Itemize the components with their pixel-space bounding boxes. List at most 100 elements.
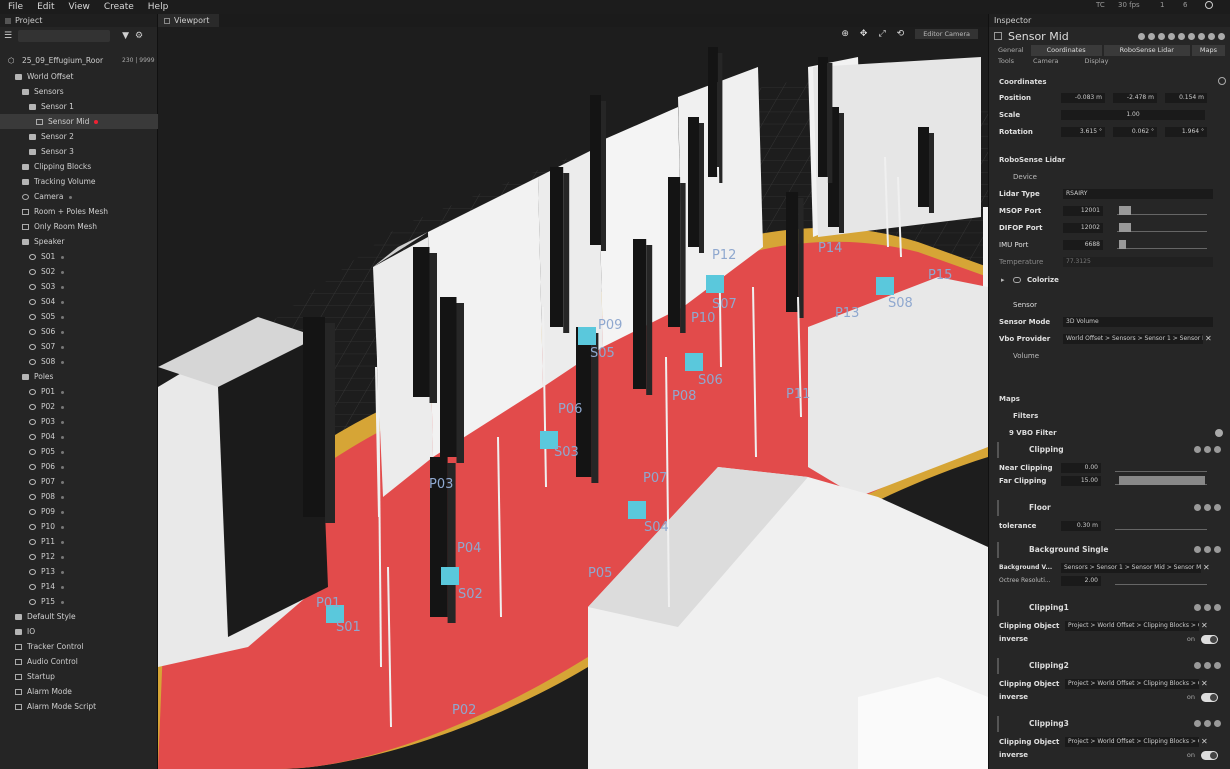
settings-icon[interactable] (1194, 546, 1201, 553)
filter-icon[interactable]: ▼ (122, 31, 129, 41)
tree-item-sensor-3[interactable]: Sensor 3 (0, 144, 158, 159)
tab-coordinates[interactable]: Coordinates (1030, 45, 1102, 56)
tree-item-sensors[interactable]: Sensors (0, 84, 158, 99)
tab-camera[interactable]: Camera (1021, 56, 1071, 67)
speaker-s07[interactable] (706, 275, 724, 293)
visibility-dot-icon[interactable] (61, 585, 65, 589)
tree-item-s08[interactable]: S08 (0, 354, 158, 369)
tree-item-s04[interactable]: S04 (0, 294, 158, 309)
tool-icon-4[interactable] (1168, 32, 1175, 40)
rotation-x[interactable]: 3.615 ° (1061, 127, 1105, 137)
pole-p07[interactable] (633, 239, 647, 389)
speaker-s06[interactable] (685, 353, 703, 371)
tree-item-sensor-mid[interactable]: Sensor Mid (0, 114, 158, 129)
speaker-s08[interactable] (876, 277, 894, 295)
tree-item-camera[interactable]: Camera (0, 189, 158, 204)
settings-icon[interactable] (1194, 662, 1201, 669)
tool-icon-2[interactable] (1148, 32, 1155, 40)
visibility-dot-icon[interactable] (61, 495, 65, 499)
visibility-dot-icon[interactable] (61, 285, 65, 289)
tree-item-sensor-1[interactable]: Sensor 1 (0, 99, 158, 114)
project-root[interactable]: ⬡ 25_09_Effugium_Roor 230 | 9999 (0, 53, 158, 68)
coordinates-header[interactable]: Coordinates (989, 74, 1230, 90)
help-icon[interactable] (1208, 32, 1215, 40)
close-icon[interactable] (1214, 720, 1221, 727)
info-icon[interactable] (1198, 32, 1205, 40)
tool-icon-5[interactable] (1178, 32, 1185, 40)
near-clipping-slider[interactable] (1115, 464, 1207, 472)
tool-icon-1[interactable] (1138, 32, 1145, 40)
tree-item-p08[interactable]: P08 (0, 489, 158, 504)
filter-clipping1[interactable]: Clipping1 (997, 600, 1225, 616)
volume-row[interactable]: Volume (989, 348, 1230, 364)
visibility-dot-icon[interactable] (61, 540, 65, 544)
fullscreen-icon[interactable]: ⤢ (878, 29, 885, 39)
reset-icon[interactable]: ⟲ (897, 29, 905, 39)
menu-edit[interactable]: Edit (29, 2, 60, 12)
tree-item-p10[interactable]: P10 (0, 519, 158, 534)
tree-item-poles[interactable]: Poles (0, 369, 158, 384)
pole-p11[interactable] (786, 192, 799, 312)
tree-item-only-room-mesh[interactable]: Only Room Mesh (0, 219, 158, 234)
tree-item-alarm-mode-script[interactable]: Alarm Mode Script (0, 699, 158, 714)
tree-item-p01[interactable]: P01 (0, 384, 158, 399)
visibility-dot-icon[interactable] (61, 435, 65, 439)
visibility-dot-icon[interactable] (61, 480, 65, 484)
close-icon[interactable]: ✕ (1205, 331, 1212, 347)
pole-p12[interactable] (708, 47, 718, 177)
tolerance-field[interactable]: 0.30 m (1061, 521, 1101, 531)
tab-general[interactable]: General (993, 45, 1029, 56)
info-icon[interactable] (1204, 662, 1211, 669)
pole-p14[interactable] (818, 57, 828, 177)
tree-item-speaker[interactable]: Speaker (0, 234, 158, 249)
tree-item-startup[interactable]: Startup (0, 669, 158, 684)
visibility-dot-icon[interactable] (61, 270, 65, 274)
tree-item-world-offset[interactable]: World Offset (0, 69, 158, 84)
visibility-dot-icon[interactable] (61, 330, 65, 334)
visibility-dot-icon[interactable] (61, 555, 65, 559)
vbo-filter-header[interactable]: 9 VBO Filter (989, 425, 1230, 441)
visibility-dot-icon[interactable] (61, 465, 65, 469)
pole-p03[interactable] (413, 247, 430, 397)
visibility-dot-icon[interactable] (61, 300, 65, 304)
far-clipping-field[interactable]: 15.00 (1061, 476, 1101, 486)
imu-slider[interactable] (1117, 240, 1207, 249)
msop-slider-knob[interactable] (1119, 206, 1131, 215)
tab-robosense[interactable]: RoboSense Lidar (1103, 45, 1190, 56)
clipping1-object-field[interactable]: Project > World Offset > Clipping Blocks… (1065, 621, 1199, 631)
target-icon[interactable]: ⊕ (841, 29, 849, 39)
msop-slider[interactable] (1117, 206, 1207, 215)
visibility-dot-icon[interactable] (69, 195, 73, 199)
filter-floor[interactable]: Floor (997, 500, 1225, 516)
lidar-type-select[interactable]: RSAIRY (1063, 189, 1213, 199)
tree-item-p14[interactable]: P14 (0, 579, 158, 594)
settings-icon[interactable] (1194, 504, 1201, 511)
pole-p15[interactable] (918, 127, 929, 207)
pole-p06[interactable] (550, 167, 564, 327)
tool-icon-6[interactable] (1188, 32, 1195, 40)
difop-field[interactable]: 12002 (1063, 223, 1103, 233)
pole-p08[interactable] (668, 177, 681, 327)
tree-item-p04[interactable]: P04 (0, 429, 158, 444)
close-icon[interactable] (1214, 504, 1221, 511)
tab-maps[interactable]: Maps (1191, 45, 1225, 56)
editor-camera-button[interactable]: Editor Camera (915, 29, 978, 39)
filter-clipping2[interactable]: Clipping2 (997, 658, 1225, 674)
tree-item-p06[interactable]: P06 (0, 459, 158, 474)
info-icon[interactable] (1204, 604, 1211, 611)
filter-clipping[interactable]: Clipping (997, 442, 1225, 458)
pole-p09[interactable] (590, 95, 601, 245)
tab-display[interactable]: Display (1073, 56, 1121, 67)
tree-item-s01[interactable]: S01 (0, 249, 158, 264)
settings-icon[interactable] (1194, 604, 1201, 611)
tree-item-p07[interactable]: P07 (0, 474, 158, 489)
filter-clipping3[interactable]: Clipping3 (997, 716, 1225, 732)
clipping3-object-field[interactable]: Project > World Offset > Clipping Blocks… (1065, 737, 1199, 747)
tree-item-s03[interactable]: S03 (0, 279, 158, 294)
vbo-provider-field[interactable]: World Offset > Sensors > Sensor 1 > Sens… (1063, 334, 1203, 344)
position-z[interactable]: 0.154 m (1165, 93, 1207, 103)
3d-scene[interactable]: P01 P02 P03 P04 P05 P06 P07 P08 P09 P10 P11 P12 P13 P… (158, 27, 988, 769)
far-clipping-slider[interactable] (1115, 476, 1207, 485)
visibility-dot-icon[interactable] (61, 390, 65, 394)
info-icon[interactable] (1204, 504, 1211, 511)
